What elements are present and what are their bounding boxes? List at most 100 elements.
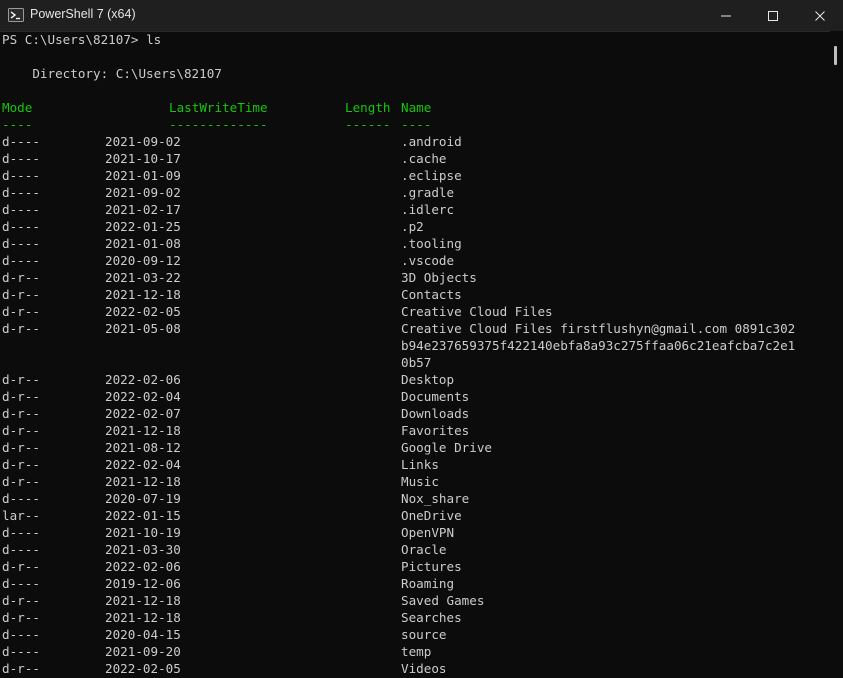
mode-cell: d---- xyxy=(2,236,40,251)
date-cell: 2021-01-08 xyxy=(105,236,181,251)
name-cell: Searches xyxy=(401,610,462,625)
date-cell: 2021-12-18 xyxy=(105,423,181,438)
date-cell: 2021-08-12 xyxy=(105,440,181,455)
mode-cell: d---- xyxy=(2,202,40,217)
name-cell-continuation: 0b57 xyxy=(401,355,432,370)
mode-cell: d---- xyxy=(2,253,40,268)
name-cell: Roaming xyxy=(401,576,455,591)
date-cell: 2021-12-18 xyxy=(105,474,181,489)
mode-cell: d---- xyxy=(2,644,40,659)
vertical-scrollbar[interactable] xyxy=(830,31,843,678)
mode-cell: d-r-- xyxy=(2,389,40,404)
name-cell: Videos xyxy=(401,661,447,676)
scrollbar-thumb[interactable] xyxy=(834,46,837,65)
date-cell: 2020-07-19 xyxy=(105,491,181,506)
mode-cell: d-r-- xyxy=(2,270,40,285)
date-cell: 2022-02-06 xyxy=(105,559,181,574)
name-cell: .vscode xyxy=(401,253,455,268)
header-underline-row: ---- ------------- ------ ---- xyxy=(2,116,431,133)
name-cell: Oracle xyxy=(401,542,447,557)
name-cell: Pictures xyxy=(401,559,462,574)
date-cell: 2020-04-15 xyxy=(105,627,181,642)
name-cell: Contacts xyxy=(401,287,462,302)
mode-cell: d---- xyxy=(2,185,40,200)
name-cell-continuation: b94e237659375f422140ebfa8a93c275ffaa06c2… xyxy=(401,338,796,353)
name-cell: .android xyxy=(401,134,462,149)
date-cell: 2021-03-30 xyxy=(105,542,181,557)
date-cell: 2021-10-19 xyxy=(105,525,181,540)
name-cell: Saved Games xyxy=(401,593,485,608)
date-cell: 2022-02-05 xyxy=(105,304,181,319)
window-title: PowerShell 7 (x64) xyxy=(30,7,136,21)
name-cell: OneDrive xyxy=(401,508,462,523)
date-cell: 2022-02-04 xyxy=(105,389,181,404)
date-cell: 2022-02-07 xyxy=(105,406,181,421)
name-cell: Desktop xyxy=(401,372,455,387)
date-cell: 2021-09-02 xyxy=(105,134,181,149)
name-cell: OpenVPN xyxy=(401,525,455,540)
name-cell: .idlerc xyxy=(401,202,455,217)
maximize-icon xyxy=(768,10,778,21)
date-cell: 2022-02-05 xyxy=(105,661,181,676)
mode-cell: d---- xyxy=(2,491,40,506)
mode-cell: d-r-- xyxy=(2,474,40,489)
mode-cell: d-r-- xyxy=(2,287,40,302)
powershell-icon xyxy=(8,8,24,22)
mode-cell: d---- xyxy=(2,525,40,540)
title-bar: PowerShell 7 (x64) xyxy=(0,0,843,32)
date-cell: 2020-09-12 xyxy=(105,253,181,268)
name-cell: Music xyxy=(401,474,439,489)
name-cell: 3D Objects xyxy=(401,270,477,285)
maximize-button[interactable] xyxy=(750,0,796,31)
name-cell: Creative Cloud Files xyxy=(401,304,553,319)
date-cell: 2021-02-17 xyxy=(105,202,181,217)
close-icon xyxy=(815,10,825,21)
date-cell: 2021-12-18 xyxy=(105,593,181,608)
minimize-icon xyxy=(721,15,731,16)
date-cell: 2021-12-18 xyxy=(105,610,181,625)
mode-cell: d---- xyxy=(2,151,40,166)
name-dashes: ---- xyxy=(401,117,432,132)
mode-cell: d---- xyxy=(2,168,40,183)
prompt: PS C:\Users\82107> xyxy=(2,32,147,47)
mode-cell: d---- xyxy=(2,576,40,591)
mode-cell: d---- xyxy=(2,219,40,234)
mode-cell: d-r-- xyxy=(2,440,40,455)
name-cell: Google Drive xyxy=(401,440,492,455)
date-cell: 2021-12-18 xyxy=(105,287,181,302)
length-dashes: ------ xyxy=(345,117,391,132)
name-cell: Documents xyxy=(401,389,470,404)
command: ls xyxy=(146,32,162,47)
date-cell: 2021-09-20 xyxy=(105,644,181,659)
date-cell: 2021-01-09 xyxy=(105,168,181,183)
minimize-button[interactable] xyxy=(703,0,749,31)
prompt-line: PS C:\Users\82107> ls xyxy=(2,31,161,48)
terminal-output[interactable]: PS C:\Users\82107> ls Directory: C:\User… xyxy=(0,31,830,678)
mode-cell: d-r-- xyxy=(2,457,40,472)
name-cell: Downloads xyxy=(401,406,470,421)
name-cell: temp xyxy=(401,644,432,659)
name-cell: .eclipse xyxy=(401,168,462,183)
close-button[interactable] xyxy=(797,0,843,31)
date-cell: 2021-10-17 xyxy=(105,151,181,166)
mode-cell: d-r-- xyxy=(2,559,40,574)
mode-dashes: ---- xyxy=(2,117,33,132)
mode-cell: d-r-- xyxy=(2,593,40,608)
mode-cell: d-r-- xyxy=(2,321,40,336)
header-mode: Mode xyxy=(2,100,33,115)
name-cell: Nox_share xyxy=(401,491,470,506)
name-cell: .gradle xyxy=(401,185,455,200)
mode-cell: lar-- xyxy=(2,508,40,523)
date-cell: 2022-02-06 xyxy=(105,372,181,387)
date-cell: 2019-12-06 xyxy=(105,576,181,591)
name-cell: .tooling xyxy=(401,236,462,251)
name-cell: .cache xyxy=(401,151,447,166)
date-cell: 2022-02-04 xyxy=(105,457,181,472)
date-cell: 2021-05-08 xyxy=(105,321,181,336)
directory-line: Directory: C:\Users\82107 xyxy=(2,66,222,81)
name-cell: Links xyxy=(401,457,439,472)
header-name: Name xyxy=(401,100,432,115)
mode-cell: d-r-- xyxy=(2,372,40,387)
mode-cell: d-r-- xyxy=(2,304,40,319)
date-cell: 2021-09-02 xyxy=(105,185,181,200)
